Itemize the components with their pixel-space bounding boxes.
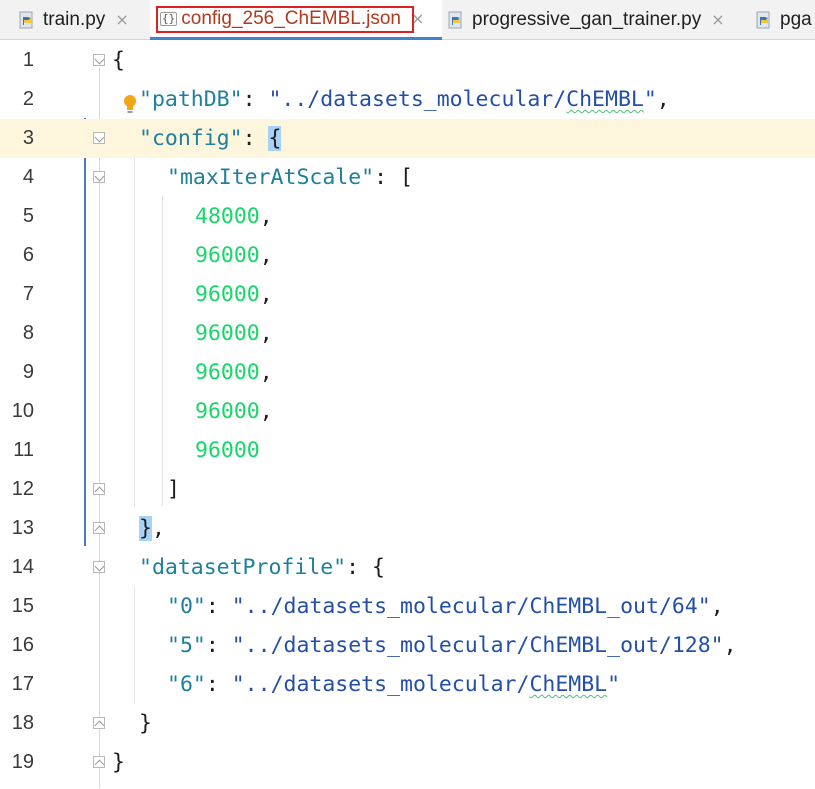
code-line-7: 7 96000,: [0, 275, 815, 314]
code-text: 96000: [195, 438, 260, 463]
code-line-3: 3 "config": {: [0, 119, 815, 158]
code-line-18: 18 }: [0, 704, 815, 743]
lightbulb-icon[interactable]: [123, 94, 137, 114]
code-text: }: [139, 711, 152, 736]
line-number: 13: [11, 517, 34, 539]
tab-label: train.py: [43, 8, 106, 30]
code-line-9: 9 96000,: [0, 353, 815, 392]
line-number: 11: [13, 439, 34, 461]
fold-toggle[interactable]: [93, 522, 105, 534]
code-editor[interactable]: 1 { 2 "pathDB": "../datasets_molecular/C…: [0, 40, 815, 789]
code-text: 96000,: [195, 360, 273, 385]
line-number: 15: [11, 595, 34, 617]
code-line-15: 15 "0": "../datasets_molecular/ChEMBL_ou…: [0, 587, 815, 626]
fold-toggle[interactable]: [93, 756, 105, 768]
line-number: 4: [22, 166, 34, 188]
close-tab-icon[interactable]: ×: [115, 10, 128, 29]
close-tab-icon[interactable]: ×: [711, 10, 724, 29]
code-text: 96000,: [195, 321, 273, 346]
code-text: 96000,: [195, 399, 273, 424]
line-number: 2: [22, 88, 34, 110]
fold-toggle[interactable]: [93, 717, 105, 729]
python-file-icon: [756, 11, 770, 28]
code-text: "datasetProfile": {: [139, 555, 385, 580]
tab-config-json[interactable]: {} config_256_ChEMBL.json ×: [150, 0, 443, 40]
code-text: "pathDB": "../datasets_molecular/ChEMBL"…: [139, 87, 670, 112]
line-number: 17: [11, 673, 34, 695]
code-text: 48000,: [195, 204, 273, 229]
code-text: },: [139, 516, 165, 541]
line-number: 14: [11, 556, 34, 578]
line-number: 6: [22, 244, 34, 266]
code-text: }: [112, 750, 125, 775]
code-line-4: 4 "maxIterAtScale": [: [0, 158, 815, 197]
code-line-1: 1 {: [0, 41, 815, 80]
line-number: 8: [22, 322, 34, 344]
tab-label: progressive_gan_trainer.py: [472, 8, 702, 30]
line-number: 1: [22, 49, 34, 71]
editor-tab-bar: train.py × {} config_256_ChEMBL.json × p…: [0, 0, 815, 40]
fold-toggle[interactable]: [93, 561, 105, 573]
line-number: 5: [22, 205, 34, 227]
tab-label: config_256_ChEMBL.json: [181, 7, 401, 29]
line-number: 9: [22, 361, 34, 383]
code-text: "6": "../datasets_molecular/ChEMBL": [167, 672, 621, 697]
close-tab-icon[interactable]: ×: [411, 9, 424, 28]
tab-progressive-gan-trainer[interactable]: progressive_gan_trainer.py ×: [447, 0, 725, 39]
python-file-icon: [448, 11, 462, 28]
tab-pga[interactable]: pga: [755, 0, 812, 39]
code-line-10: 10 96000,: [0, 392, 815, 431]
code-line-13: 13 },: [0, 509, 815, 548]
line-number: 3: [22, 127, 34, 149]
fold-toggle[interactable]: [93, 483, 105, 495]
tab-label: pga: [780, 8, 812, 30]
code-line-19: 19 }: [0, 743, 815, 782]
code-text: 96000,: [195, 243, 273, 268]
code-text: {: [112, 48, 125, 73]
code-line-8: 8 96000,: [0, 314, 815, 353]
code-text: "0": "../datasets_molecular/ChEMBL_out/6…: [167, 594, 724, 619]
python-file-icon: [19, 11, 33, 28]
code-text: "5": "../datasets_molecular/ChEMBL_out/1…: [167, 633, 737, 658]
fold-toggle[interactable]: [93, 171, 105, 183]
json-file-icon: {}: [160, 11, 178, 26]
line-number: 7: [22, 283, 34, 305]
fold-toggle[interactable]: [93, 132, 105, 144]
code-line-6: 6 96000,: [0, 236, 815, 275]
code-text: "maxIterAtScale": [: [167, 165, 413, 190]
line-number: 19: [11, 751, 34, 773]
code-line-2: 2 "pathDB": "../datasets_molecular/ChEMB…: [0, 80, 815, 119]
line-number: 16: [11, 634, 34, 656]
code-line-11: 11 96000: [0, 431, 815, 470]
code-line-12: 12 ]: [0, 470, 815, 509]
code-line-17: 17 "6": "../datasets_molecular/ChEMBL": [0, 665, 815, 704]
line-number: 12: [11, 478, 34, 500]
code-text: 96000,: [195, 282, 273, 307]
fold-toggle[interactable]: [93, 54, 105, 66]
tab-train-py[interactable]: train.py ×: [18, 0, 129, 39]
code-line-14: 14 "datasetProfile": {: [0, 548, 815, 587]
code-text: ]: [167, 477, 180, 502]
line-number: 18: [11, 712, 34, 734]
line-number: 10: [11, 400, 34, 422]
code-line-16: 16 "5": "../datasets_molecular/ChEMBL_ou…: [0, 626, 815, 665]
code-line-5: 5 48000,: [0, 197, 815, 236]
code-text: "config": {: [139, 126, 282, 151]
